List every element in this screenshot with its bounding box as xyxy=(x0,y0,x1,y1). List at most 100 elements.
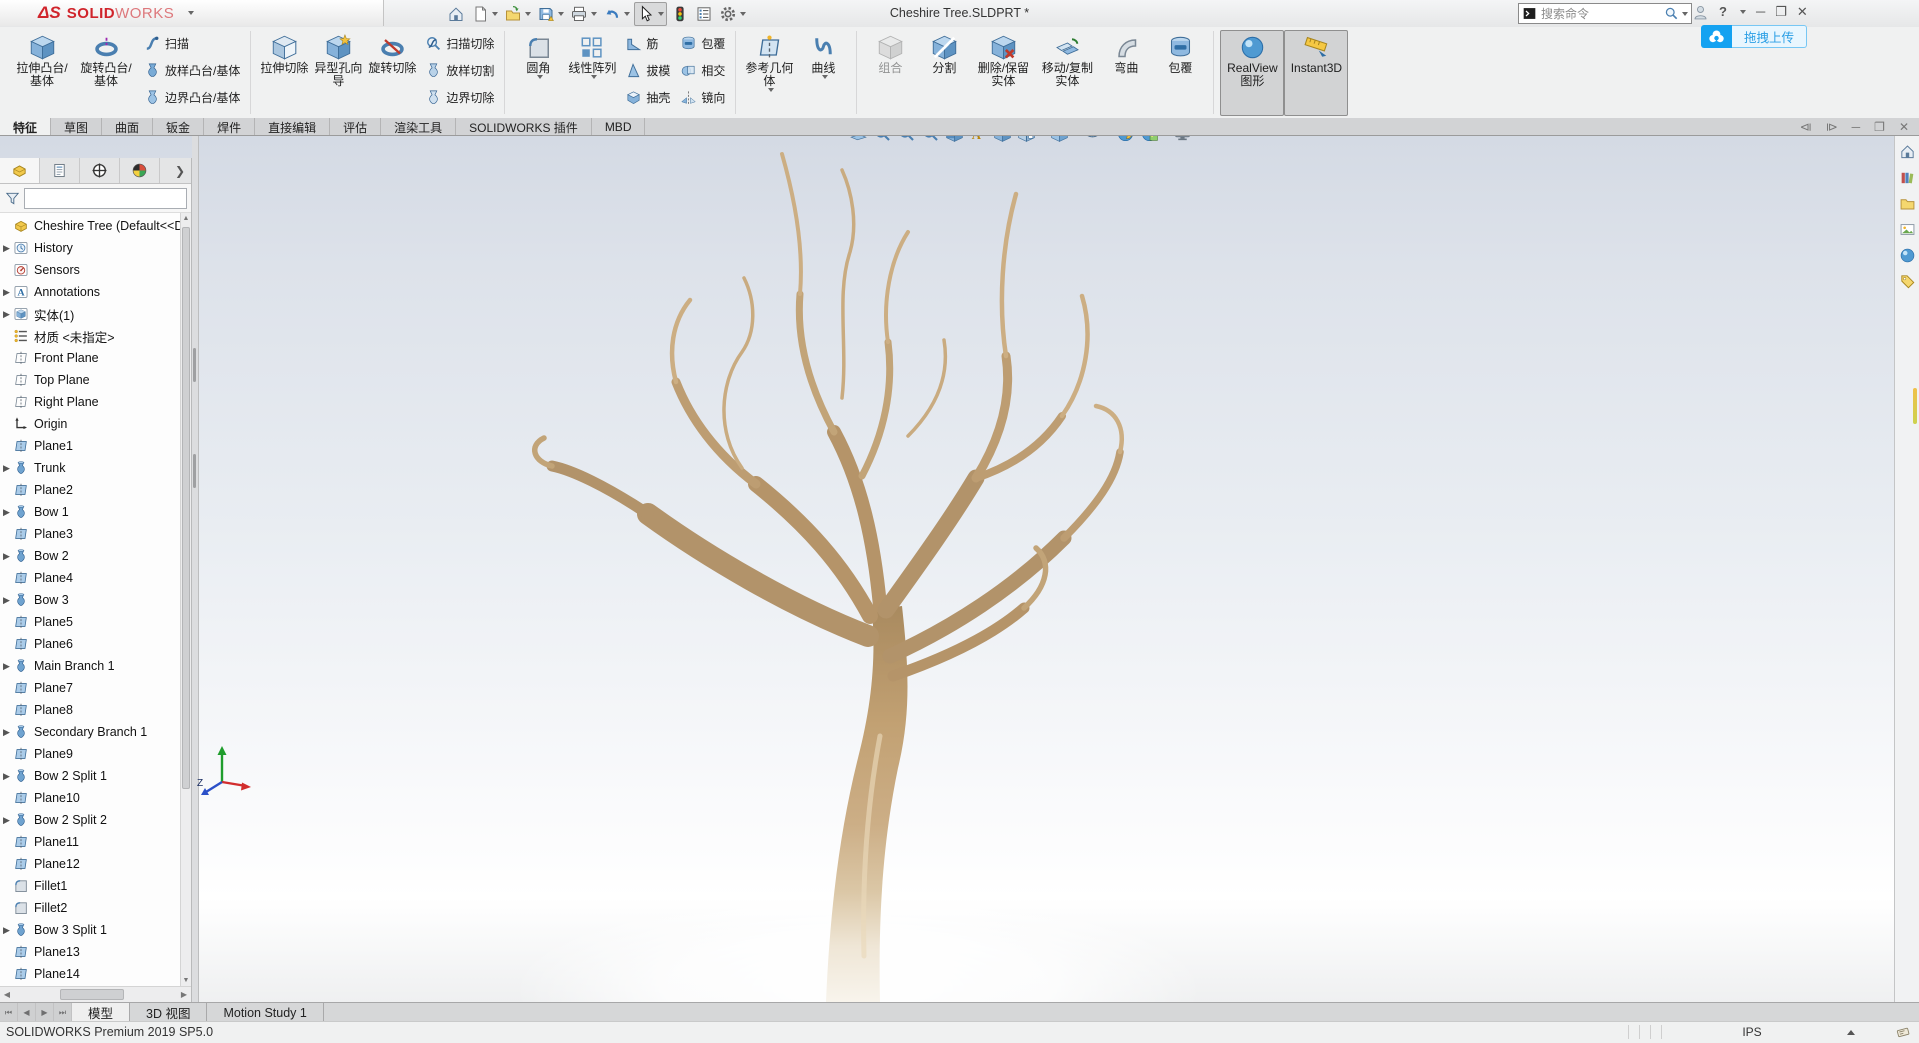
ribbon-button-fillet[interactable]: 圆角 xyxy=(511,30,565,116)
feature-tree-item[interactable]: Plane9 xyxy=(0,743,191,765)
feature-tree-item[interactable]: ▶Bow 2 Split 2 xyxy=(0,809,191,831)
headsup-section-view-button[interactable] xyxy=(944,136,965,145)
headsup-edit-appearance-button[interactable] xyxy=(1115,136,1136,145)
unit-system[interactable]: IPS xyxy=(1667,1025,1837,1039)
ribbon-button-delete-keep-body[interactable]: 删除/保留实体 xyxy=(971,30,1035,116)
feature-tree-item[interactable]: Plane3 xyxy=(0,523,191,545)
feature-tree-item[interactable]: Plane12 xyxy=(0,853,191,875)
feature-tree-item[interactable]: Plane1 xyxy=(0,435,191,457)
splitter-grip[interactable] xyxy=(193,348,196,382)
feature-tree-item[interactable]: Right Plane xyxy=(0,391,191,413)
feature-tree-hscrollbar[interactable]: ◀ ▶ xyxy=(0,986,191,1002)
dropdown-caret-icon[interactable] xyxy=(740,12,746,16)
feature-tree-scrollbar[interactable]: ▲ ▼ xyxy=(180,213,191,986)
dropdown-caret-icon[interactable] xyxy=(624,12,630,16)
command-tab-曲面[interactable]: 曲面 xyxy=(102,118,153,135)
expand-arrow-icon[interactable]: ▶ xyxy=(0,595,13,606)
ribbon-button-cut-extrude[interactable]: 拉伸切除 xyxy=(257,30,311,116)
hscroll-right-icon[interactable]: ▶ xyxy=(177,990,191,999)
netdisk-upload-overlay[interactable]: 拖拽上传 xyxy=(1701,25,1807,48)
taskpane-design-library-button[interactable] xyxy=(1897,167,1917,187)
new-document-button[interactable] xyxy=(469,3,500,25)
home-button[interactable] xyxy=(445,3,467,25)
command-tab-草图[interactable]: 草图 xyxy=(51,118,102,135)
command-tab-钣金[interactable]: 钣金 xyxy=(153,118,204,135)
ribbon-button-flex[interactable]: 弯曲 xyxy=(1099,30,1153,116)
feature-tree-item[interactable]: Plane11 xyxy=(0,831,191,853)
ribbon-button-sweep[interactable]: 扫描 xyxy=(140,30,244,57)
ribbon-button-move-copy-body[interactable]: 移动/复制实体 xyxy=(1035,30,1099,116)
command-tab-焊件[interactable]: 焊件 xyxy=(204,118,255,135)
ribbon-button-boundary-cut[interactable]: 边界切除 xyxy=(421,84,498,111)
headsup-hide-show-items-button[interactable] xyxy=(1082,136,1112,145)
feature-tree-item[interactable]: Plane2 xyxy=(0,479,191,501)
headsup-view-settings-button[interactable] xyxy=(1172,136,1202,145)
status-caret-icon[interactable] xyxy=(1847,1030,1855,1035)
dropdown-caret-icon[interactable] xyxy=(591,12,597,16)
select-cursor-button[interactable] xyxy=(634,2,667,26)
fm-tab-featuremanager-tree[interactable] xyxy=(0,158,40,183)
ribbon-button-hole-wizard[interactable]: 异型孔向导 xyxy=(311,30,365,116)
feature-tree-item[interactable]: Plane13 xyxy=(0,941,191,963)
feature-tree-item[interactable]: ▶实体(1) xyxy=(0,303,191,325)
expand-arrow-icon[interactable]: ▶ xyxy=(0,551,13,562)
headsup-normal-to-button[interactable] xyxy=(848,136,869,145)
feature-tree-item[interactable]: Fillet1 xyxy=(0,875,191,897)
dropdown-caret-icon[interactable] xyxy=(591,75,597,79)
ribbon-button-rib[interactable]: 筋 xyxy=(621,30,674,57)
window-close-button[interactable]: ✕ xyxy=(1797,2,1808,22)
headsup-display-style-button[interactable] xyxy=(1049,136,1079,145)
expand-arrow-icon[interactable]: ▶ xyxy=(0,243,13,254)
search-caret-icon[interactable] xyxy=(1682,12,1688,16)
feature-tree-item[interactable]: ▶Secondary Branch 1 xyxy=(0,721,191,743)
command-tab-SOLIDWORKS 插件[interactable]: SOLIDWORKS 插件 xyxy=(456,118,592,135)
rebuild-traffic-light-button[interactable] xyxy=(669,3,691,25)
panel-expand-chevron[interactable]: ❯ xyxy=(160,158,191,183)
tab-scroll-next-icon[interactable]: ▶ xyxy=(36,1003,54,1022)
scrollbar-thumb[interactable] xyxy=(182,227,190,789)
ribbon-button-reference-geometry[interactable]: 参考几何体 xyxy=(742,30,796,116)
ribbon-button-boundary[interactable]: 边界凸台/基体 xyxy=(140,84,244,111)
doc-restore-button[interactable]: ❐ xyxy=(1874,120,1885,134)
doc-close-button[interactable]: ✕ xyxy=(1899,120,1909,134)
menu-expand-caret[interactable] xyxy=(188,11,194,15)
headsup-annotation-view-button[interactable]: A xyxy=(968,136,989,145)
tree-model-3d[interactable] xyxy=(0,136,1919,1002)
help-caret-icon[interactable] xyxy=(1740,10,1746,14)
feature-tree-item[interactable]: Front Plane xyxy=(0,347,191,369)
feature-tree-item[interactable]: Fillet2 xyxy=(0,897,191,919)
feature-filter-input[interactable] xyxy=(24,188,187,209)
bottom-tab-Motion Study 1[interactable]: Motion Study 1 xyxy=(207,1003,323,1022)
expand-arrow-icon[interactable]: ▶ xyxy=(0,463,13,474)
feature-tree-item[interactable]: Plane14 xyxy=(0,963,191,985)
tab-scroll-prev-icon[interactable]: ◀ xyxy=(18,1003,36,1022)
ribbon-button-intersect[interactable]: 相交 xyxy=(676,57,729,84)
ribbon-button-revolve-boss[interactable]: 旋转凸台/基体 xyxy=(74,30,138,116)
expand-arrow-icon[interactable]: ▶ xyxy=(0,771,13,782)
dropdown-caret-icon[interactable] xyxy=(822,75,828,79)
print-button[interactable] xyxy=(568,3,599,25)
feature-tree-item[interactable]: ▶Main Branch 1 xyxy=(0,655,191,677)
search-magnifier-icon[interactable] xyxy=(1664,6,1679,21)
feature-tree-item[interactable]: ▶AAnnotations xyxy=(0,281,191,303)
filter-funnel-icon[interactable] xyxy=(4,190,21,207)
settings-gear-button[interactable] xyxy=(717,3,748,25)
ribbon-button-revolve-cut[interactable]: 旋转切除 xyxy=(365,30,419,116)
feature-tree-item[interactable]: ▶Bow 1 xyxy=(0,501,191,523)
feature-tree-item[interactable]: ▶Bow 2 Split 1 xyxy=(0,765,191,787)
feature-tree-item[interactable]: ▶Bow 2 xyxy=(0,545,191,567)
command-tab-评估[interactable]: 评估 xyxy=(330,118,381,135)
ribbon-button-extrude-boss[interactable]: 拉伸凸台/基体 xyxy=(10,30,74,116)
feature-tree-item[interactable]: Plane10 xyxy=(0,787,191,809)
taskpane-appearances-scenes-button[interactable] xyxy=(1897,245,1917,265)
splitter-grip[interactable] xyxy=(193,454,196,488)
hscroll-left-icon[interactable]: ◀ xyxy=(0,990,14,999)
hscrollbar-thumb[interactable] xyxy=(60,989,124,1000)
expand-arrow-icon[interactable]: ▶ xyxy=(0,925,13,936)
ribbon-button-draft[interactable]: 拔模 xyxy=(621,57,674,84)
expand-arrow-icon[interactable]: ▶ xyxy=(0,815,13,826)
dropdown-caret-icon[interactable] xyxy=(768,88,774,92)
dropdown-caret-icon[interactable] xyxy=(537,75,543,79)
help-button[interactable]: ? xyxy=(1719,2,1727,22)
command-search[interactable]: 搜索命令 xyxy=(1518,3,1692,24)
